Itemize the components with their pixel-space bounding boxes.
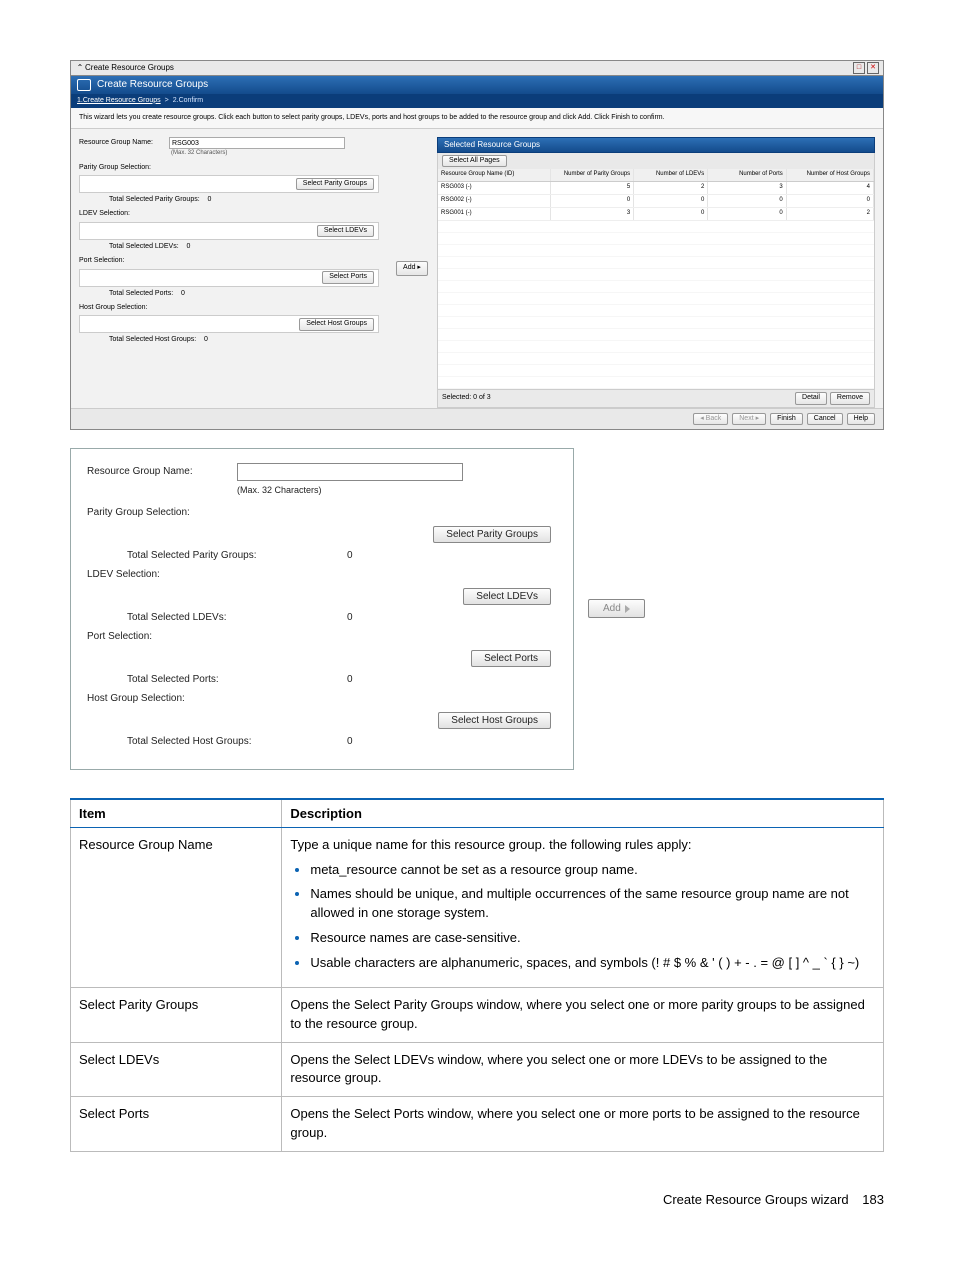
zoom-select-host-groups-button[interactable]: Select Host Groups (438, 712, 551, 729)
left-panel: Resource Group Name: (Max. 32 Characters… (71, 129, 387, 407)
row-item: Select Parity Groups (71, 987, 282, 1042)
window-title: Create Resource Groups (85, 63, 851, 73)
select-parity-groups-button[interactable]: Select Parity Groups (296, 178, 374, 190)
zoom-name-label: Resource Group Name: (87, 466, 237, 477)
remove-button[interactable]: Remove (830, 392, 870, 404)
hostgroup-total-label: Total Selected Host Groups: (109, 336, 196, 343)
zoom-select-parity-groups-button[interactable]: Select Parity Groups (433, 526, 551, 543)
middle-panel: Add ▸ (387, 129, 437, 407)
wizard-band-title: Create Resource Groups (97, 79, 208, 91)
port-total-label: Total Selected Ports: (109, 290, 173, 297)
table-row[interactable]: RSG002 (-) 0 0 0 0 (438, 195, 874, 208)
parity-total-label: Total Selected Parity Groups: (109, 196, 200, 203)
row-desc: Opens the Select LDEVs window, where you… (282, 1042, 884, 1097)
row-item: Resource Group Name (71, 827, 282, 987)
col-parity[interactable]: Number of Parity Groups (551, 169, 634, 180)
selected-count-label: Selected: 0 of 3 (442, 394, 491, 402)
wizard-band: Create Resource Groups (71, 76, 883, 94)
name-label: Resource Group Name: (79, 139, 169, 147)
hostgroup-total-value: 0 (204, 336, 208, 343)
right-panel: Selected Resource Groups Select All Page… (437, 129, 883, 407)
zoom-hostgroup-header: Host Group Selection: (87, 693, 557, 704)
port-total-value: 0 (181, 290, 185, 297)
parity-total-value: 0 (207, 196, 211, 203)
ldev-section-header: LDEV Selection: (79, 210, 379, 218)
detail-button[interactable]: Detail (795, 392, 827, 404)
close-icon[interactable]: ✕ (867, 62, 879, 74)
zoom-name-hint: (Max. 32 Characters) (87, 485, 557, 495)
description-table: Item Description Resource Group Name Typ… (70, 798, 884, 1152)
cancel-button[interactable]: Cancel (807, 413, 843, 425)
help-button[interactable]: Help (847, 413, 875, 425)
zoom-add-button[interactable]: Add (588, 599, 645, 618)
add-button[interactable]: Add ▸ (396, 261, 428, 275)
col-ldevs[interactable]: Number of LDEVs (634, 169, 708, 180)
zoom-panel: Resource Group Name: (Max. 32 Characters… (70, 448, 574, 770)
table-row[interactable]: RSG003 (-) 5 2 3 4 (438, 182, 874, 195)
zoom-select-ldevs-button[interactable]: Select LDEVs (463, 588, 551, 605)
zoom-port-total-label: Total Selected Ports: (127, 674, 347, 685)
select-ldevs-button[interactable]: Select LDEVs (317, 225, 374, 237)
selected-groups-table: Resource Group Name (ID) Number of Parit… (437, 169, 875, 390)
wizard-footer: ◂ Back Next ▸ Finish Cancel Help (71, 408, 883, 429)
maximize-icon[interactable]: □ (853, 62, 865, 74)
chevron-right-icon (625, 605, 630, 613)
crumb-step1[interactable]: 1.Create Resource Groups (77, 97, 161, 105)
window-titlebar: ⌃ Create Resource Groups □ ✕ (71, 61, 883, 76)
selection-status-bar: Selected: 0 of 3 Detail Remove (437, 390, 875, 407)
port-section-header: Port Selection: (79, 257, 379, 265)
ldev-total-label: Total Selected LDEVs: (109, 243, 179, 250)
row-desc: Opens the Select Ports window, where you… (282, 1097, 884, 1152)
back-button[interactable]: ◂ Back (693, 413, 728, 425)
zoom-hostgroup-total-label: Total Selected Host Groups: (127, 736, 347, 747)
selected-groups-title: Selected Resource Groups (437, 137, 875, 153)
zoom-hostgroup-total-value: 0 (347, 736, 353, 747)
zoom-port-total-value: 0 (347, 674, 353, 685)
row-item: Select LDEVs (71, 1042, 282, 1097)
zoom-add-label: Add (603, 603, 621, 614)
resource-group-name-input[interactable] (169, 137, 345, 149)
th-item: Item (71, 799, 282, 828)
page-footer: Create Resource Groups wizard 183 (70, 1192, 884, 1207)
zoom-ldev-header: LDEV Selection: (87, 569, 557, 580)
ldev-total-value: 0 (186, 243, 190, 250)
hp-logo-icon (77, 79, 91, 91)
row-desc: Opens the Select Parity Groups window, w… (282, 987, 884, 1042)
zoom-parity-header: Parity Group Selection: (87, 507, 557, 518)
footer-text: Create Resource Groups wizard (663, 1192, 849, 1207)
row-desc: Type a unique name for this resource gro… (282, 827, 884, 987)
row-item: Select Ports (71, 1097, 282, 1152)
zoom-name-input[interactable] (237, 463, 463, 481)
zoom-parity-total-value: 0 (347, 550, 353, 561)
hostgroup-section-header: Host Group Selection: (79, 304, 379, 312)
col-ports[interactable]: Number of Ports (708, 169, 786, 180)
col-name[interactable]: Resource Group Name (ID) (438, 169, 551, 180)
zoom-select-ports-button[interactable]: Select Ports (471, 650, 551, 667)
select-ports-button[interactable]: Select Ports (322, 271, 374, 283)
wizard-window: ⌃ Create Resource Groups □ ✕ Create Reso… (70, 60, 884, 430)
crumb-sep: > (165, 97, 169, 105)
finish-button[interactable]: Finish (770, 413, 803, 425)
table-empty-area (438, 221, 874, 390)
zoom-ldev-total-value: 0 (347, 612, 353, 623)
zoom-ldev-total-label: Total Selected LDEVs: (127, 612, 347, 623)
collapse-icon[interactable]: ⌃ (75, 63, 85, 73)
name-hint: (Max. 32 Characters) (79, 150, 379, 157)
select-host-groups-button[interactable]: Select Host Groups (299, 318, 374, 330)
col-hostgroups[interactable]: Number of Host Groups (787, 169, 874, 180)
next-button[interactable]: Next ▸ (732, 413, 766, 425)
table-row[interactable]: RSG001 (-) 3 0 0 2 (438, 208, 874, 221)
crumb-step2: 2.Confirm (173, 97, 203, 105)
breadcrumb: 1.Create Resource Groups > 2.Confirm (71, 94, 883, 108)
zoom-port-header: Port Selection: (87, 631, 557, 642)
wizard-description: This wizard lets you create resource gro… (71, 108, 883, 129)
th-desc: Description (282, 799, 884, 828)
zoom-parity-total-label: Total Selected Parity Groups: (127, 550, 347, 561)
parity-section-header: Parity Group Selection: (79, 164, 379, 172)
page-number: 183 (862, 1192, 884, 1207)
select-all-pages-button[interactable]: Select All Pages (442, 155, 507, 167)
